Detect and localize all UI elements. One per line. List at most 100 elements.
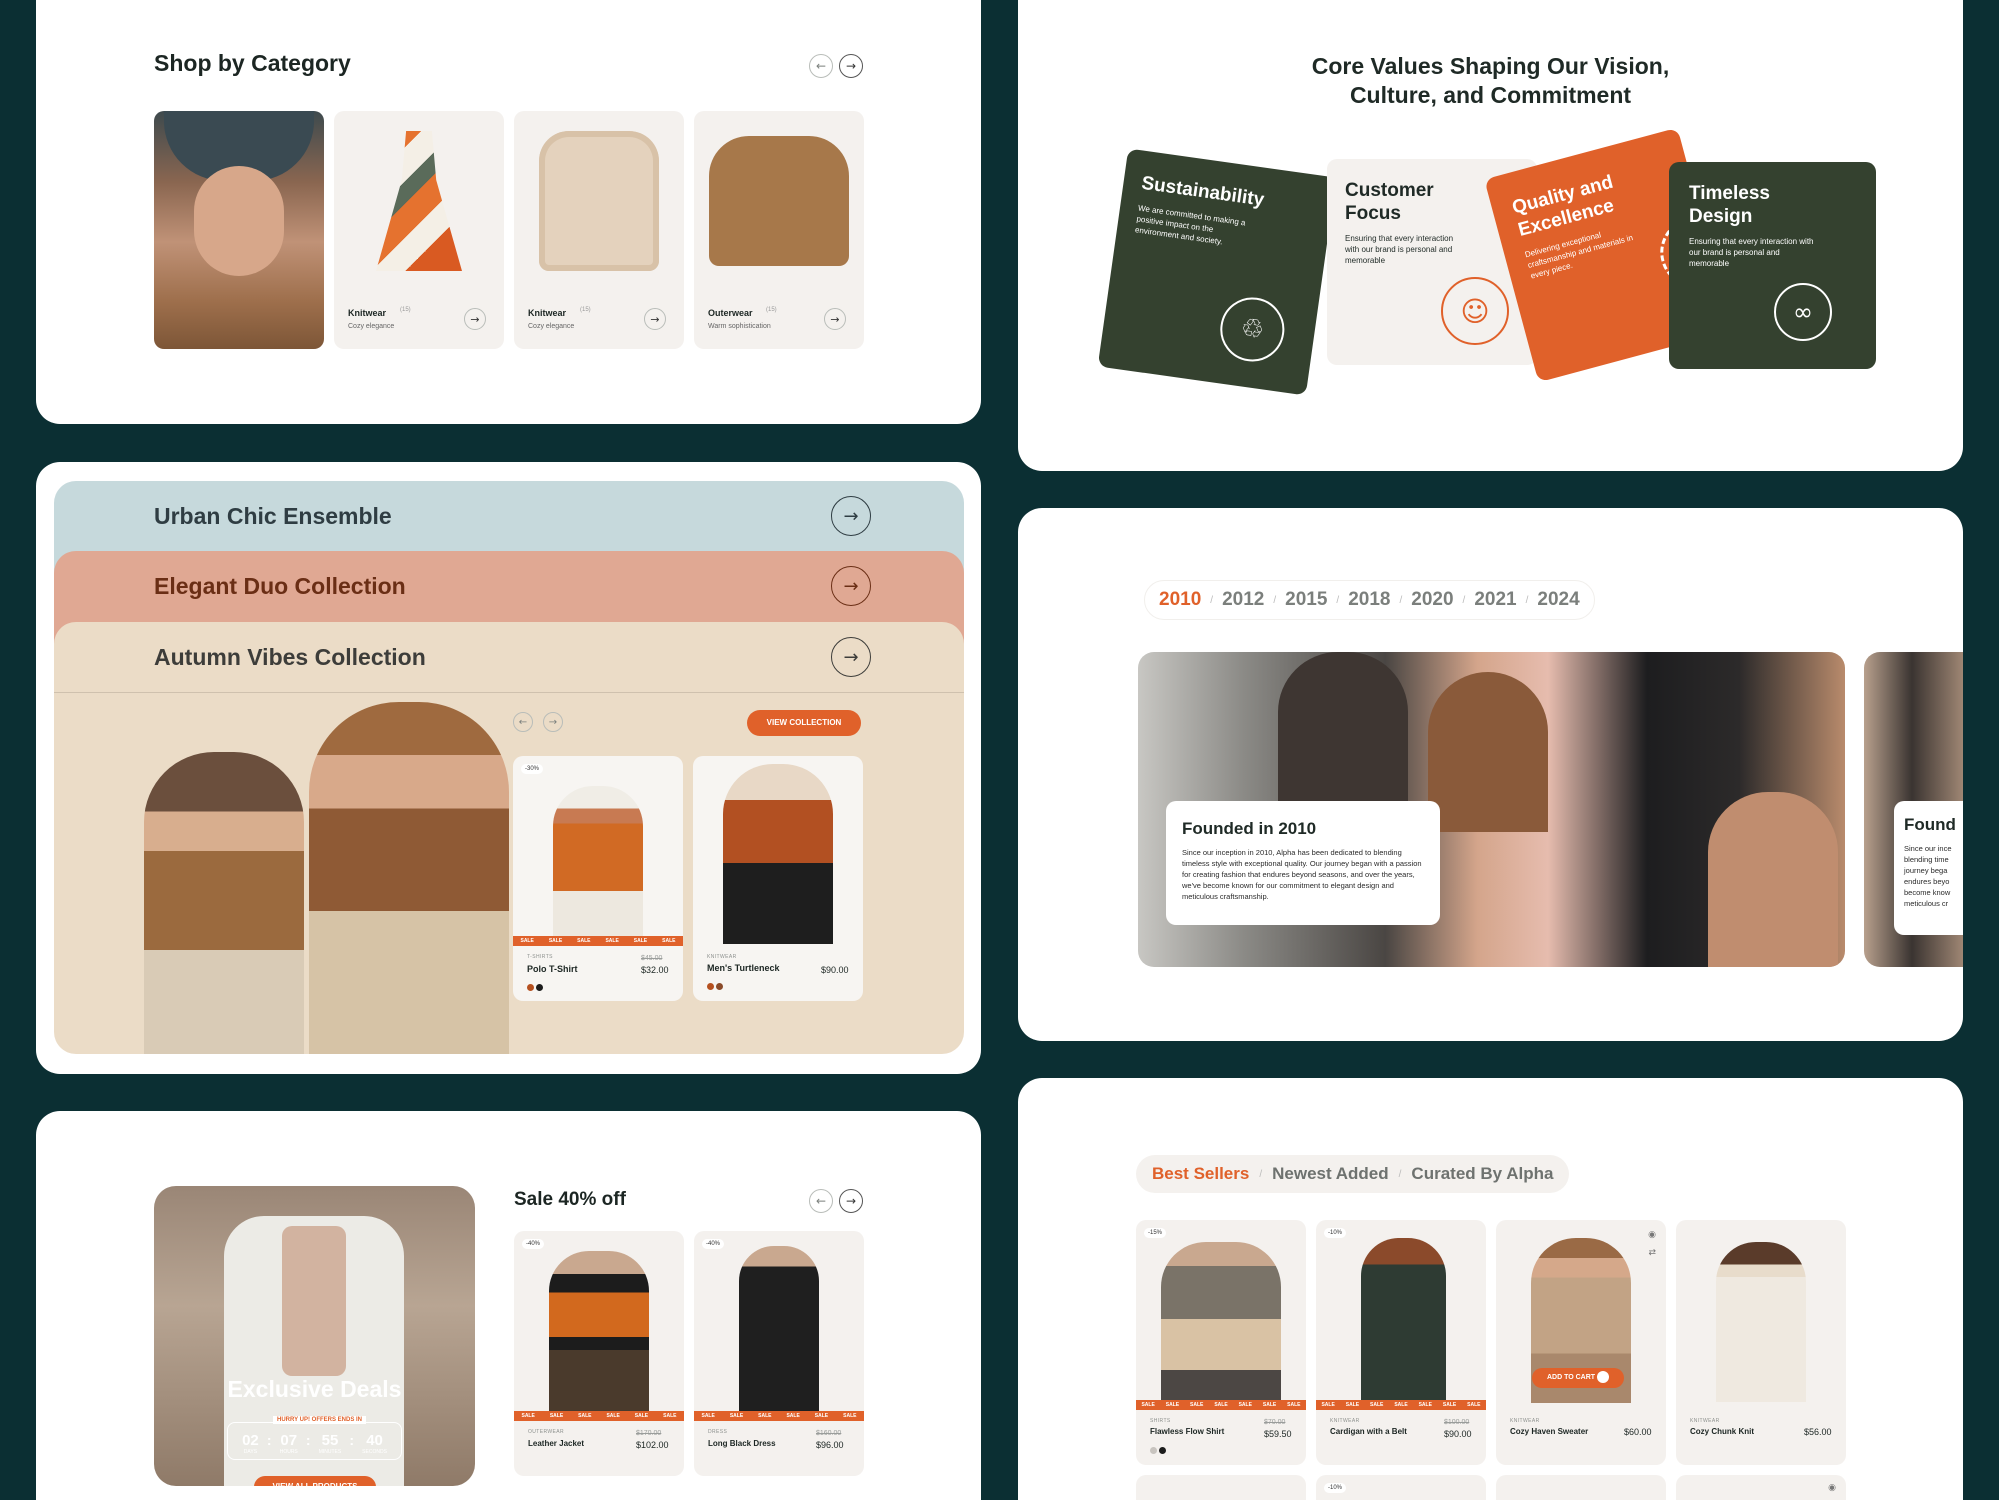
product-price: $56.00: [1804, 1427, 1832, 1437]
product-card[interactable]: -30% SALE SALE SALE SALE SALE SALE T-SHIRTS P…: [513, 756, 683, 1001]
sale-strip: SALE SALE SALE SALE SALE SALE SALE: [1136, 1400, 1306, 1410]
discount-badge: -40%: [522, 1239, 545, 1249]
prev-arrow-button[interactable]: ←: [809, 1189, 833, 1213]
eye-icon[interactable]: ◉: [1828, 1483, 1836, 1493]
product-price: $60.00: [1624, 1427, 1652, 1437]
category-name: Outerwear: [708, 308, 753, 318]
product-card[interactable]: KNITWEAR Men's Turtleneck $90.00: [693, 756, 863, 1001]
product-card[interactable]: -40% SALE SALE SALE SALE SALE SALE OUTERWEAR …: [514, 1231, 684, 1476]
countdown-minutes: 55: [321, 1432, 339, 1449]
color-swatches: [527, 978, 545, 996]
product-category: KNITWEAR: [1330, 1418, 1360, 1424]
product-name: Flawless Flow Shirt: [1150, 1427, 1225, 1436]
product-name: Cardigan with a Belt: [1330, 1427, 1407, 1436]
product-card[interactable]: [1496, 1475, 1666, 1500]
product-old-price: $170.00: [636, 1430, 662, 1437]
product-price: $59.50: [1264, 1429, 1292, 1439]
year-tab-2010[interactable]: 2010: [1159, 589, 1201, 611]
tab-newest-added[interactable]: Newest Added: [1272, 1164, 1389, 1184]
add-to-cart-button[interactable]: ADD TO CART: [1532, 1368, 1624, 1388]
dress-image: [376, 131, 462, 271]
discount-badge: -30%: [521, 764, 544, 774]
year-tabs: 2010/ 2012/ 2015/ 2018/ 2020/ 2021/ 2024: [1144, 580, 1595, 620]
countdown-hours: 07: [280, 1432, 298, 1449]
product-category: KNITWEAR: [707, 954, 737, 960]
next-arrow-button[interactable]: →: [839, 54, 863, 78]
category-name: Knitwear: [348, 308, 387, 318]
discount-badge: -15%: [1144, 1228, 1167, 1238]
collection-arrow-button[interactable]: →: [831, 637, 871, 677]
year-tab-2015[interactable]: 2015: [1285, 589, 1327, 611]
category-sub: Cozy elegance: [528, 323, 575, 330]
category-card[interactable]: Knitwear (15) Cozy elegance →: [514, 111, 684, 349]
category-sub: Cozy elegance: [348, 323, 395, 330]
year-tab-2018[interactable]: 2018: [1348, 589, 1390, 611]
discount-badge: -40%: [702, 1239, 725, 1249]
category-name: Knitwear: [528, 308, 567, 318]
category-arrow-button[interactable]: →: [644, 308, 666, 330]
next-arrow-button[interactable]: →: [839, 1189, 863, 1213]
category-count: (15): [766, 307, 777, 313]
product-card[interactable]: ◉: [1676, 1475, 1846, 1500]
core-values-panel: Core Values Shaping Our Vision, Culture,…: [1018, 0, 1963, 471]
product-card[interactable]: -15% SALE SALE SALE SALE SALE SALE SALE SHIRTS…: [1136, 1220, 1306, 1465]
product-price: $90.00: [821, 965, 849, 975]
category-count: (15): [580, 307, 591, 313]
category-card[interactable]: Outerwear (15) Warm sophistication →: [694, 111, 864, 349]
countdown-days: 02: [242, 1432, 259, 1449]
product-card[interactable]: -40% SALE SALE SALE SALE SALE SALE DRESS Long…: [694, 1231, 864, 1476]
product-name: Long Black Dress: [708, 1439, 776, 1448]
next-arrow-button[interactable]: →: [543, 712, 563, 732]
product-old-price: $100.00: [1444, 1419, 1470, 1426]
product-old-price: $70.00: [1264, 1419, 1286, 1426]
category-arrow-button[interactable]: →: [824, 308, 846, 330]
product-card[interactable]: [1136, 1475, 1306, 1500]
value-card-timeless: Timeless Design Ensuring that every inte…: [1669, 162, 1876, 369]
product-category: OUTERWEAR: [528, 1429, 565, 1435]
year-tab-2021[interactable]: 2021: [1474, 589, 1516, 611]
color-swatches: [1150, 1441, 1168, 1459]
collection-bar-autumn[interactable]: Autumn Vibes Collection → ← → VIEW COLLE…: [54, 622, 964, 1054]
collection-title: Urban Chic Ensemble: [154, 503, 392, 529]
knit-cardigan-image: [539, 131, 659, 271]
product-category: T-SHIRTS: [527, 954, 553, 960]
collection-title: Autumn Vibes Collection: [154, 644, 426, 670]
collection-arrow-button[interactable]: →: [831, 496, 871, 536]
year-tab-2024[interactable]: 2024: [1537, 589, 1579, 611]
leaf-cycle-icon: ♲: [1216, 293, 1289, 366]
compare-icon[interactable]: ⇄: [1648, 1248, 1656, 1258]
category-hero-image[interactable]: [154, 111, 324, 349]
product-image: [1716, 1242, 1806, 1402]
year-tab-2020[interactable]: 2020: [1411, 589, 1453, 611]
collections-panel: Urban Chic Ensemble → Elegant Duo Collec…: [36, 462, 981, 1074]
product-card[interactable]: -10%: [1316, 1475, 1486, 1500]
category-count: (15): [400, 307, 411, 313]
view-all-products-button[interactable]: VIEW ALL PRODUCTS: [254, 1476, 376, 1486]
hurry-label: HURRY UP! OFFERS ENDS IN: [273, 1416, 367, 1424]
sale-title: Sale 40% off: [514, 1189, 626, 1210]
tab-best-sellers[interactable]: Best Sellers: [1152, 1164, 1249, 1184]
product-card[interactable]: KNITWEAR Cozy Chunk Knit $56.00: [1676, 1220, 1846, 1465]
year-tab-2012[interactable]: 2012: [1222, 589, 1264, 611]
countdown-box: HURRY UP! OFFERS ENDS IN 02 DAYS : 07 HOUR…: [227, 1416, 402, 1460]
stopwatch-icon: ∞: [1774, 283, 1832, 341]
timeline-card-body: Since our inception in 2010, Alpha has b…: [1182, 848, 1422, 901]
category-card[interactable]: Knitwear (15) Cozy elegance →: [334, 111, 504, 349]
category-arrow-button[interactable]: →: [464, 308, 486, 330]
eye-icon[interactable]: ◉: [1648, 1230, 1656, 1240]
product-image: [1361, 1238, 1446, 1403]
discount-badge: -10%: [1324, 1483, 1347, 1493]
deals-image: Exclusive Deals HURRY UP! OFFERS ENDS IN…: [154, 1186, 475, 1486]
product-price: $96.00: [816, 1440, 844, 1450]
tab-curated-by-alpha[interactable]: Curated By Alpha: [1411, 1164, 1553, 1184]
product-card[interactable]: ◉ ⇄ ADD TO CART KNITWEAR Cozy Haven Swea…: [1496, 1220, 1666, 1465]
countdown-seconds: 40: [366, 1432, 383, 1449]
product-image: [549, 1251, 649, 1416]
product-old-price: $160.00: [816, 1430, 842, 1437]
view-collection-button[interactable]: VIEW COLLECTION: [747, 710, 861, 736]
product-card[interactable]: -10% SALE SALE SALE SALE SALE SALE SALE KNITWE…: [1316, 1220, 1486, 1465]
collection-arrow-button[interactable]: →: [831, 566, 871, 606]
prev-arrow-button[interactable]: ←: [513, 712, 533, 732]
bestsellers-panel: Best Sellers / Newest Added / Curated By A…: [1018, 1078, 1963, 1500]
prev-arrow-button[interactable]: ←: [809, 54, 833, 78]
